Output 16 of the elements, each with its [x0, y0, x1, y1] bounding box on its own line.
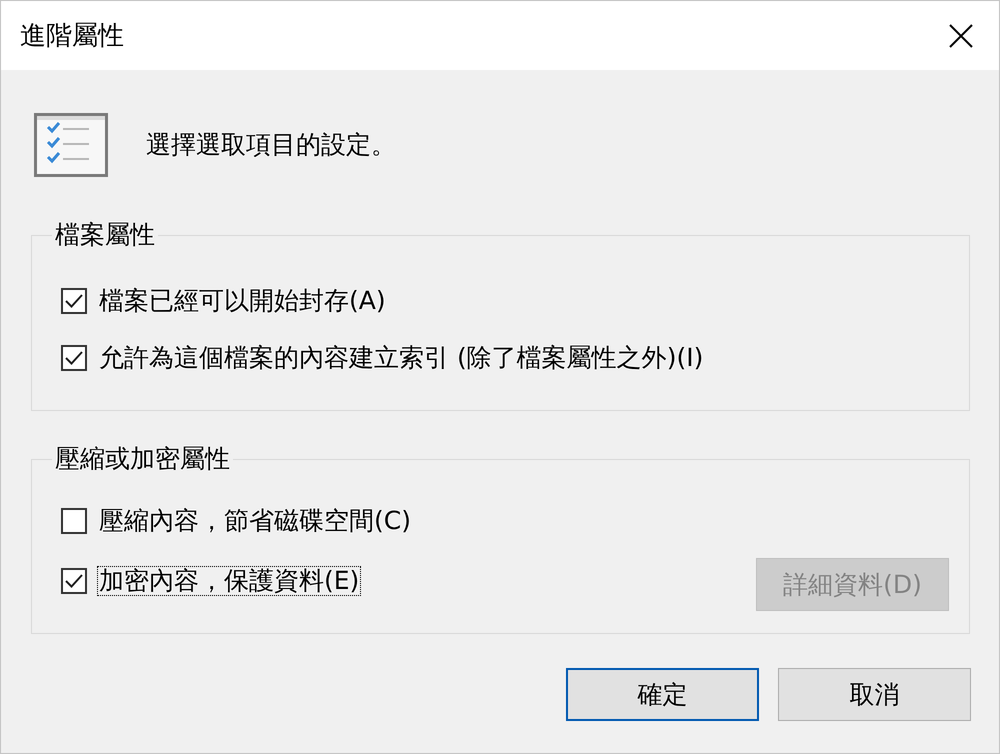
close-icon — [949, 24, 973, 48]
checkbox-label[interactable]: 加密內容，保護資料(E) — [98, 567, 360, 595]
instruction-text: 選擇選取項目的設定。 — [146, 129, 396, 161]
checkbox-label[interactable]: 允許為這個檔案的內容建立索引 (除了檔案屬性之外)(I) — [98, 344, 704, 372]
window-title: 進階屬性 — [20, 20, 124, 52]
checkbox[interactable] — [61, 345, 87, 371]
checkbox-label[interactable]: 壓縮內容，節省磁碟空間(C) — [98, 507, 412, 535]
group-title: 檔案屬性 — [54, 221, 156, 249]
ok-button[interactable]: 確定 — [566, 668, 759, 721]
checkbox[interactable] — [61, 508, 87, 534]
cancel-button[interactable]: 取消 — [778, 668, 971, 721]
checkbox[interactable] — [61, 288, 87, 314]
checkbox-label[interactable]: 檔案已經可以開始封存(A) — [98, 287, 387, 315]
checkbox[interactable] — [61, 568, 87, 594]
group-title: 壓縮或加密屬性 — [54, 445, 231, 473]
checklist-icon — [34, 113, 108, 177]
